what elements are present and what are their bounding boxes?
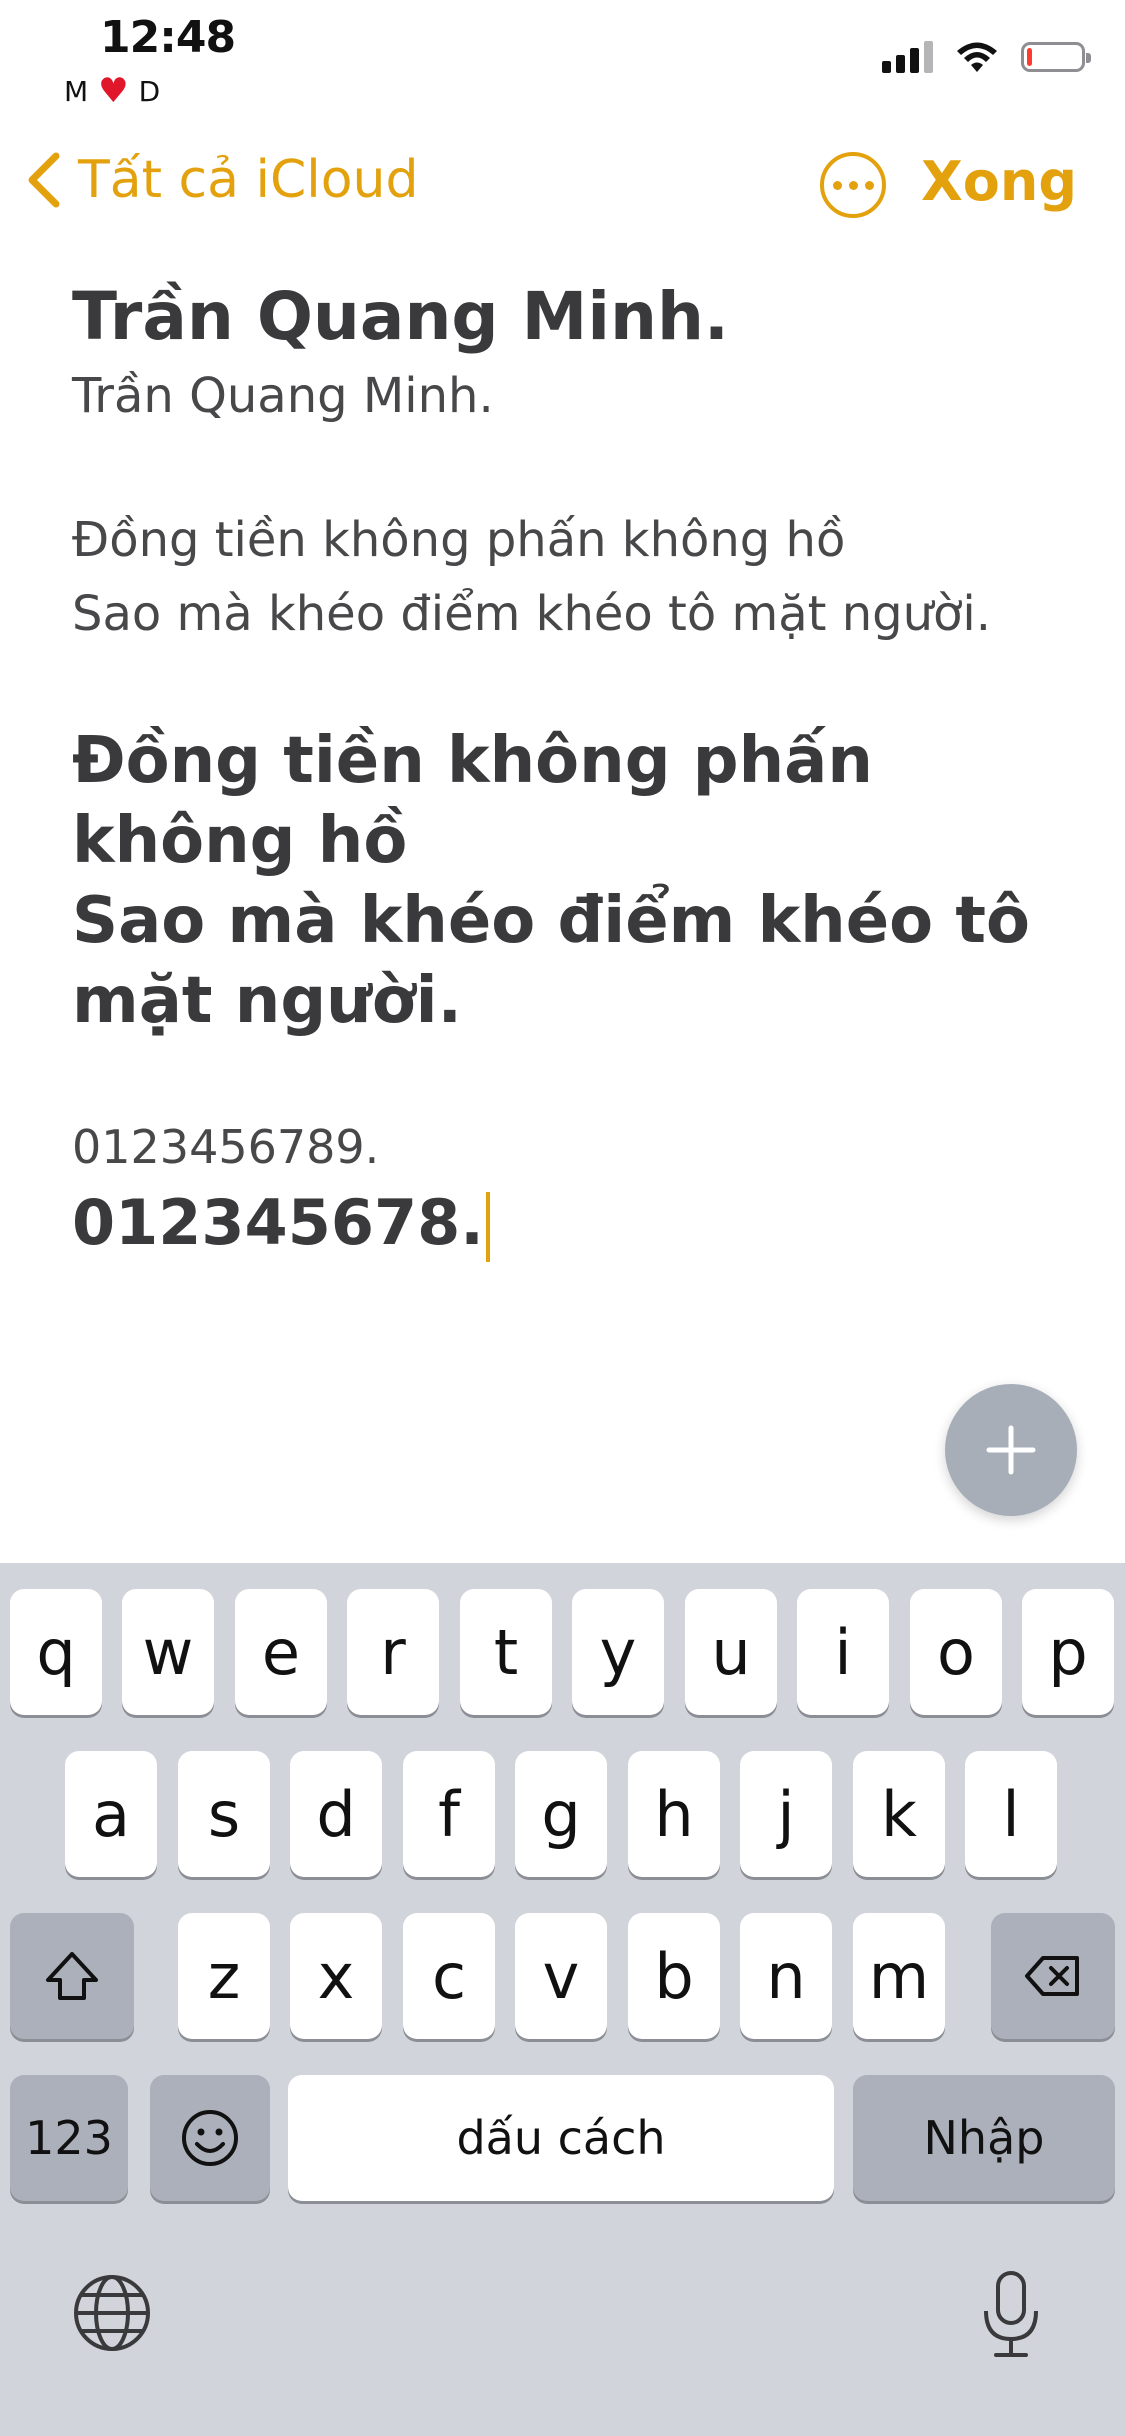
key-c[interactable]: c — [403, 1913, 495, 2039]
done-button[interactable]: Xong — [921, 150, 1077, 213]
key-o[interactable]: o — [910, 1589, 1002, 1715]
poem-small-line-2: Sao mà khéo điểm khéo tô mặt người. — [72, 586, 992, 642]
poem-large-line-1: Đồng tiền không phấn không hồ — [72, 724, 873, 878]
delete-icon — [1025, 1956, 1079, 1996]
emoji-icon — [182, 2110, 238, 2166]
return-key[interactable]: Nhập — [853, 2075, 1115, 2201]
key-y[interactable]: y — [572, 1589, 664, 1715]
key-p[interactable]: p — [1022, 1589, 1114, 1715]
key-x[interactable]: x — [290, 1913, 382, 2039]
numbers-key[interactable]: 123 — [10, 2075, 128, 2201]
key-j[interactable]: j — [740, 1751, 832, 1877]
back-button[interactable]: Tất cả iCloud — [24, 150, 419, 210]
key-r[interactable]: r — [347, 1589, 439, 1715]
more-options-button[interactable] — [820, 152, 886, 218]
signal-icon — [882, 41, 933, 73]
key-s[interactable]: s — [178, 1751, 270, 1877]
numbers-large: 012345678. — [72, 1186, 484, 1259]
battery-level — [1027, 48, 1032, 66]
heart-icon: ♥ — [98, 71, 129, 111]
key-a[interactable]: a — [65, 1751, 157, 1877]
key-f[interactable]: f — [403, 1751, 495, 1877]
poem-small-line-1: Đồng tiền không phấn không hồ — [72, 512, 846, 568]
space-key[interactable]: dấu cách — [288, 2075, 834, 2201]
shift-key[interactable] — [10, 1913, 134, 2039]
delete-key[interactable] — [991, 1913, 1115, 2039]
text-cursor — [485, 1191, 490, 1262]
chevron-left-icon — [28, 152, 60, 208]
key-h[interactable]: h — [628, 1751, 720, 1877]
key-u[interactable]: u — [685, 1589, 777, 1715]
note-subtitle: Trần Quang Minh. — [72, 368, 494, 424]
keyboard: q w e r t y u i o p a s d f g h j k l z … — [0, 1563, 1125, 2436]
add-button[interactable] — [945, 1384, 1077, 1516]
back-label: Tất cả iCloud — [78, 150, 419, 210]
key-k[interactable]: k — [853, 1751, 945, 1877]
numbers-large-line: 012345678. — [72, 1183, 1062, 1263]
battery-icon — [1021, 42, 1091, 72]
key-m[interactable]: m — [853, 1913, 945, 2039]
key-z[interactable]: z — [178, 1913, 270, 2039]
status-time: 12:48 — [100, 12, 236, 63]
note-title: Trần Quang Minh. — [72, 278, 730, 355]
key-t[interactable]: t — [460, 1589, 552, 1715]
carrier-right: D — [138, 74, 161, 108]
plus-icon — [986, 1425, 1036, 1475]
carrier-left: M — [64, 74, 89, 108]
key-b[interactable]: b — [628, 1913, 720, 2039]
emoji-key[interactable] — [150, 2075, 270, 2201]
shift-icon — [46, 1952, 98, 2000]
key-q[interactable]: q — [10, 1589, 102, 1715]
key-l[interactable]: l — [965, 1751, 1057, 1877]
note-body[interactable]: Trần Quang Minh. Trần Quang Minh. Đồng t… — [72, 275, 1062, 1263]
key-g[interactable]: g — [515, 1751, 607, 1877]
carrier-label: M ♥ D — [64, 74, 160, 108]
key-v[interactable]: v — [515, 1913, 607, 2039]
status-icons — [882, 40, 1091, 74]
wifi-icon — [957, 42, 997, 72]
microphone-icon[interactable] — [978, 2269, 1044, 2361]
numbers-small: 0123456789. — [72, 1120, 380, 1174]
key-d[interactable]: d — [290, 1751, 382, 1877]
ellipsis-icon — [832, 180, 842, 190]
key-n[interactable]: n — [740, 1913, 832, 2039]
key-i[interactable]: i — [797, 1589, 889, 1715]
globe-icon[interactable] — [70, 2271, 154, 2355]
key-w[interactable]: w — [122, 1589, 214, 1715]
key-e[interactable]: e — [235, 1589, 327, 1715]
poem-large-line-2: Sao mà khéo điểm khéo tô mặt người. — [72, 884, 1030, 1038]
